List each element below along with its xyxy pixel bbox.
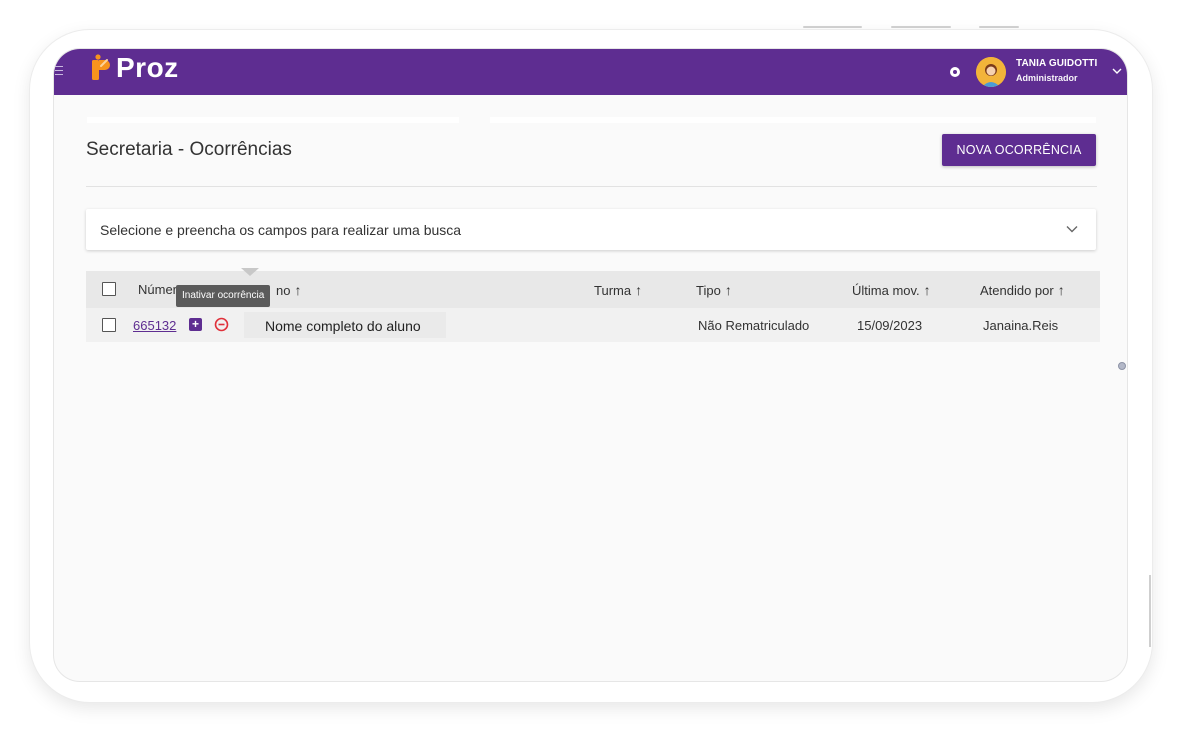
occurrence-number-link[interactable]: 665132 (133, 318, 176, 333)
col-numero[interactable]: Númer (138, 282, 177, 297)
search-panel[interactable]: Selecione e preencha os campos para real… (86, 209, 1096, 250)
top-navbar: Proz TANIA GUIDOTTI Administrador (54, 49, 1127, 95)
tipo-cell: Não Rematriculado (698, 318, 810, 333)
deactivate-tooltip: Inativar ocorrência (176, 285, 271, 307)
col-ultima-mov[interactable]: Última mov. ↑ (852, 282, 931, 298)
col-turma[interactable]: Turma ↑ (594, 282, 642, 298)
chevron-down-icon[interactable] (1066, 225, 1078, 233)
col-aluno[interactable]: no ↑ (276, 282, 301, 298)
device-side-button (1149, 575, 1151, 647)
student-name-cell: Nome completo do aluno (244, 312, 446, 338)
sort-arrow-icon: ↑ (294, 282, 302, 298)
card-edge (490, 117, 1096, 123)
new-occurrence-button[interactable]: NOVA OCORRÊNCIA (942, 134, 1096, 166)
minus-circle-icon[interactable] (214, 317, 229, 332)
user-name[interactable]: TANIA GUIDOTTI (1016, 58, 1097, 69)
header-divider (86, 186, 1097, 187)
col-atendido-por[interactable]: Atendido por ↑ (980, 282, 1065, 298)
user-role: Administrador (1016, 73, 1078, 83)
brand-logo[interactable]: Proz (90, 54, 179, 82)
row-checkbox[interactable] (102, 318, 116, 332)
page-title: Secretaria - Ocorrências (86, 139, 292, 160)
card-edge (87, 117, 459, 123)
plus-square-icon[interactable]: + (189, 318, 202, 331)
sort-arrow-icon: ↑ (724, 282, 732, 298)
brand-name: Proz (116, 52, 179, 83)
table-row[interactable]: 665132 + Nome completo do aluno Não Rema… (86, 308, 1100, 342)
tooltip-caret (241, 268, 259, 276)
student-name: Nome completo do aluno (265, 318, 421, 334)
avatar-image (976, 57, 1006, 87)
ultima-mov-cell: 15/09/2023 (857, 318, 923, 333)
select-all-checkbox[interactable] (102, 282, 116, 296)
sort-arrow-icon: ↑ (923, 282, 931, 298)
atendido-por-cell: Janaina.Reis (983, 318, 1059, 333)
col-tipo[interactable]: Tipo ↑ (696, 282, 732, 298)
sort-arrow-icon: ↑ (1057, 282, 1065, 298)
chevron-down-icon[interactable] (1112, 67, 1122, 75)
proz-logo-icon (92, 54, 110, 80)
hamburger-icon[interactable] (55, 66, 63, 78)
bell-icon[interactable] (949, 66, 961, 78)
sort-arrow-icon: ↑ (635, 282, 643, 298)
search-prompt: Selecione e preencha os campos para real… (100, 222, 462, 238)
avatar[interactable] (976, 57, 1006, 87)
app-screen: Proz TANIA GUIDOTTI Administrador Secret… (54, 49, 1127, 681)
side-indicator-dot (1118, 362, 1126, 370)
